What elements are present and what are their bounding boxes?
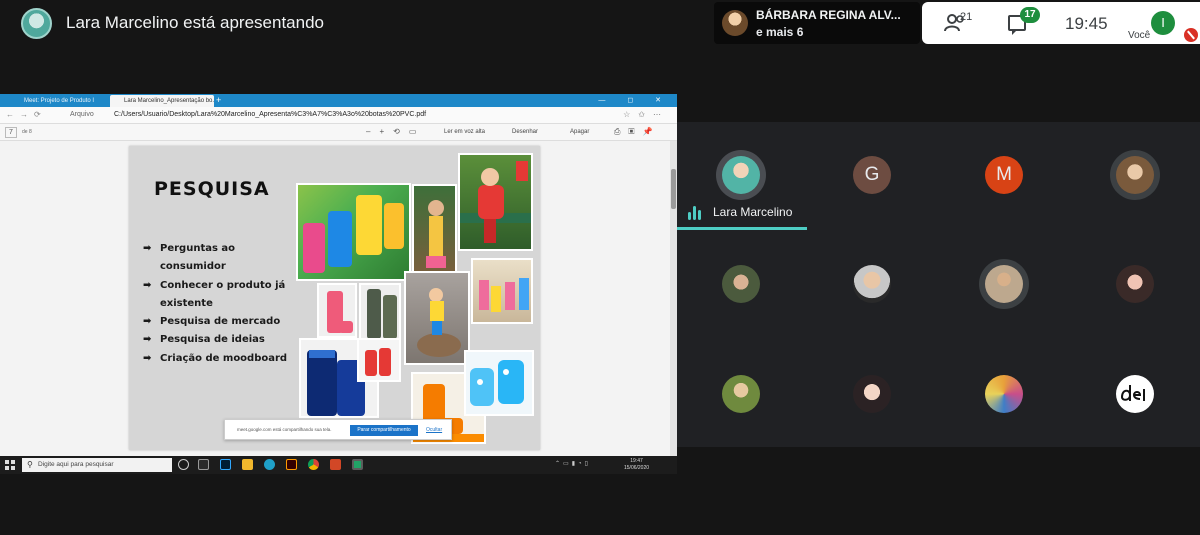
self-avatar[interactable]: I (1151, 11, 1175, 35)
participant-avatar[interactable] (722, 375, 760, 413)
people-count: 21 (960, 11, 973, 23)
shared-screen: Meet: Projeto de Produto I Lara Marcelin… (0, 94, 677, 474)
participant-avatar[interactable] (853, 265, 891, 303)
browser-tab-bar: Meet: Projeto de Produto I Lara Marcelin… (0, 94, 677, 107)
presenter-title: Lara Marcelino está apresentando (66, 13, 324, 32)
moodboard-photo (458, 153, 533, 251)
pdf-print-save-icons[interactable]: ⎙▣📌 (614, 127, 660, 137)
participant-avatar-lara[interactable] (722, 156, 760, 194)
sharing-notice-text: meet.google.com está compartilhando sua … (237, 427, 332, 432)
other-presenter-name: BÁRBARA REGINA ALV... (756, 8, 901, 22)
photoshop-icon[interactable] (220, 459, 231, 470)
taskbar-date: 15/06/2020 (624, 465, 650, 471)
pdf-read-aloud-button[interactable]: Ler em voz alta (444, 129, 485, 135)
participants-grid: Lara Marcelino G M (677, 122, 1200, 447)
participant-avatar-m[interactable]: M (985, 156, 1023, 194)
pdf-page-of: de 8 (22, 129, 32, 135)
files-icon[interactable] (198, 459, 209, 470)
moodboard-photo (317, 283, 357, 338)
file-explorer-icon[interactable] (242, 459, 253, 470)
participant-avatar-design-logo[interactable] (1116, 375, 1154, 413)
address-url[interactable]: C:/Users/Usuario/Desktop/Lara%20Marcelin… (114, 111, 426, 118)
address-bar: ←→⟳ Arquivo C:/Users/Usuario/Desktop/Lar… (0, 107, 677, 124)
window-controls[interactable]: — ◻ ✕ (598, 94, 671, 107)
meet-stage: Lara Marcelino está apresentando BÁRBARA… (0, 0, 1200, 535)
windows-taskbar: Digite aqui para pesquisar ⌃▭▮◔▯ 19:47 1… (0, 456, 677, 474)
pdf-draw-button[interactable]: Desenhar (512, 129, 538, 135)
task-view-icon[interactable] (178, 459, 189, 470)
browser-actions-icons[interactable]: ☆✩⋯ (623, 110, 669, 119)
speaker-name: Lara Marcelino (713, 205, 793, 219)
stop-sharing-button[interactable]: Parar compartilhamento (350, 425, 418, 436)
slide-bullet-list: Perguntas ao consumidor Conhecer o produ… (143, 240, 303, 368)
moodboard-photo (412, 184, 457, 279)
participant-avatar-g[interactable]: G (853, 156, 891, 194)
mic-off-icon (1184, 28, 1198, 42)
meeting-clock: 19:45 (1065, 14, 1108, 33)
other-presenters-chip[interactable]: BÁRBARA REGINA ALV... e mais 6 (714, 2, 920, 44)
moodboard-photo (357, 338, 401, 382)
moodboard-photo (404, 271, 470, 365)
pdf-zoom-icons[interactable]: –+⟲▭ (366, 127, 425, 136)
nav-arrows-icon[interactable]: ←→⟳ (6, 110, 47, 119)
participant-avatar[interactable] (853, 375, 891, 413)
speaking-indicator-icon (688, 206, 704, 220)
speaker-highlight (677, 227, 807, 230)
tab-pdf[interactable]: Lara Marcelino_Apresentação bo... (110, 95, 214, 107)
participant-avatar[interactable] (1116, 156, 1154, 194)
hide-sharing-bar-link[interactable]: Ocultar (426, 427, 442, 433)
pdf-erase-button[interactable]: Apagar (570, 129, 589, 135)
scroll-thumb[interactable] (671, 169, 676, 209)
pdf-page-input[interactable]: 7 (5, 127, 17, 138)
other-presenters-more: e mais 6 (756, 25, 804, 39)
system-tray-icons[interactable]: ⌃▭▮◔▯ (555, 460, 591, 467)
address-scheme-label: Arquivo (70, 111, 94, 118)
moodboard-photo (296, 183, 411, 281)
meet-app-icon[interactable] (352, 459, 363, 470)
edge-icon[interactable] (264, 459, 275, 470)
self-label: Você (1128, 30, 1151, 41)
design-logo-icon (1121, 385, 1145, 401)
taskbar-time: 19:47 (630, 458, 643, 464)
slide-bullet: Conhecer o produto já existente (143, 277, 303, 314)
taskbar-clock: 19:47 15/06/2020 (624, 458, 649, 472)
chat-badge: 17 (1020, 7, 1040, 23)
taskbar-search[interactable]: Digite aqui para pesquisar (22, 458, 172, 472)
meeting-status-box: 21 17 19:45 I Você (922, 2, 1200, 44)
moodboard-photo (359, 283, 401, 343)
slide-bullet: Pesquisa de mercado (143, 313, 303, 332)
participant-avatar[interactable] (722, 265, 760, 303)
windows-start-icon[interactable] (5, 460, 15, 470)
participant-avatar[interactable] (1116, 265, 1154, 303)
moodboard-photo (464, 350, 534, 416)
pdf-scrollbar[interactable] (670, 141, 677, 456)
screen-sharing-bar: meet.google.com está compartilhando sua … (224, 419, 452, 440)
slide-bullet: Pesquisa de ideias (143, 331, 303, 350)
chrome-icon[interactable] (308, 459, 319, 470)
pdf-toolbar: 7 de 8 –+⟲▭ Ler em voz alta Desenhar Apa… (0, 124, 677, 141)
presenter-avatar (21, 8, 52, 39)
slide-bullet: Perguntas ao consumidor (143, 240, 303, 277)
illustrator-icon[interactable] (286, 459, 297, 470)
moodboard-photo (471, 258, 533, 324)
new-tab-button[interactable]: + (216, 94, 221, 107)
pdf-slide: PESQUISA Perguntas ao consumidor Conhece… (129, 146, 540, 450)
powerpoint-icon[interactable] (330, 459, 341, 470)
other-presenter-avatar (722, 10, 748, 36)
tab-meet[interactable]: Meet: Projeto de Produto I (10, 95, 106, 107)
participant-avatar[interactable] (985, 265, 1023, 303)
slide-title: PESQUISA (154, 178, 270, 200)
slide-bullet: Criação de moodboard (143, 350, 303, 369)
participant-avatar[interactable] (985, 375, 1023, 413)
